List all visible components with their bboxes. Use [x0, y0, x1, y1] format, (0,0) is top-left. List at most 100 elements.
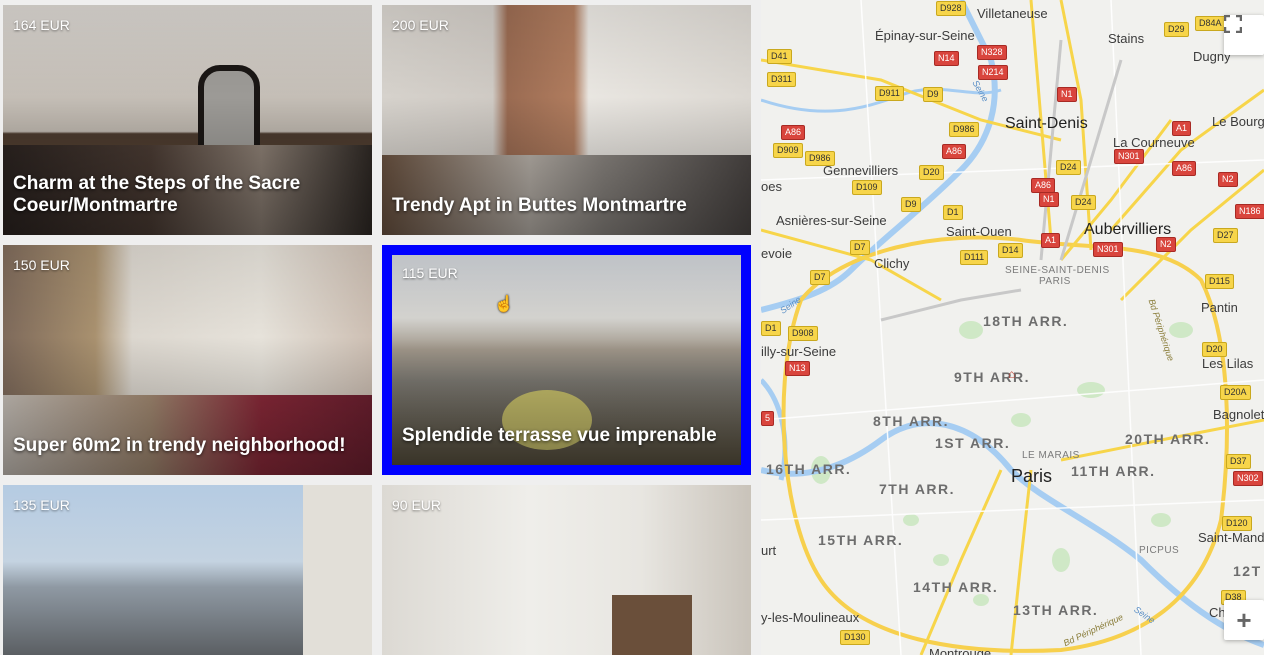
listing-title: Super 60m2 in trendy neighborhood!: [13, 435, 346, 456]
road-shield: N2: [1156, 237, 1176, 252]
listing-card[interactable]: 164 EUR Charm at the Steps of the Sacre …: [3, 5, 372, 235]
road-shield: D27: [1213, 228, 1238, 243]
road-shield: N301: [1093, 242, 1123, 257]
road-shield: D911: [875, 86, 904, 101]
road-shield: D24: [1056, 160, 1081, 175]
road-shield: D14: [998, 243, 1023, 258]
zoom-in-icon: +: [1236, 604, 1252, 635]
road-shield: D37: [1226, 454, 1251, 469]
fullscreen-button[interactable]: [1224, 15, 1264, 55]
zoom-in-button[interactable]: +: [1224, 600, 1264, 640]
map-label: Clichy: [874, 256, 910, 271]
map-label: Montrouge: [929, 646, 992, 655]
road-shield: D1: [761, 321, 781, 336]
road-shield: D986: [949, 122, 979, 137]
map-label: urt: [761, 543, 777, 558]
map-label: Paris: [1011, 466, 1053, 486]
road-shield: D84A: [1195, 16, 1226, 31]
map-label: PICPUS: [1139, 545, 1180, 556]
road-shield: N13: [785, 361, 810, 376]
road-shield: N328: [977, 45, 1007, 60]
road-shield: N214: [978, 65, 1008, 80]
arrondissement-label: 14TH ARR.: [913, 579, 999, 595]
road-shield: D7: [810, 270, 830, 285]
listing-title: Charm at the Steps of the Sacre Coeur/Mo…: [13, 173, 301, 216]
arrondissement-label: 20TH ARR.: [1125, 431, 1211, 447]
map-label: Saint-Ouen: [946, 224, 1012, 239]
map-label: Asnières-sur-Seine: [776, 213, 887, 228]
listing-price: 115 EUR: [402, 265, 458, 281]
road-shield: 5: [761, 411, 775, 426]
listing-card[interactable]: 135 EUR: [3, 485, 372, 655]
map-marker-icon[interactable]: ⌂: [1008, 367, 1015, 381]
arrondissement-label: 16TH ARR.: [766, 461, 852, 477]
road-shield: D115: [1205, 274, 1234, 289]
arrondissement-label: 13TH ARR.: [1013, 602, 1099, 618]
map-label: oes: [761, 179, 782, 194]
map-label: Les Lilas: [1202, 356, 1254, 371]
road-shield: D9: [923, 87, 943, 102]
map-label: Villetaneuse: [977, 6, 1048, 21]
road-shield: N1: [1057, 87, 1077, 102]
map-label: SEINE-SAINT-DENIS: [1005, 265, 1110, 276]
road-shield: D41: [767, 49, 792, 64]
listing-price: 135 EUR: [13, 497, 70, 513]
map-label: Saint-Denis: [1005, 115, 1088, 132]
listing-price: 164 EUR: [13, 17, 70, 33]
map-label: Épinay-sur-Seine: [875, 28, 975, 43]
road-shield: D909: [773, 143, 803, 158]
road-shield: N301: [1114, 149, 1144, 164]
road-shield: N302: [1233, 471, 1263, 486]
road-shield: N1: [1039, 192, 1059, 207]
road-shield: N2: [1218, 172, 1238, 187]
map-label: PARIS: [1039, 276, 1071, 287]
road-shield: D120: [1222, 516, 1252, 531]
map-label: La Courneuve: [1113, 135, 1195, 150]
map-label: LE MARAIS: [1022, 450, 1080, 461]
listing-card-selected[interactable]: 115 EUR Splendide terrasse vue imprenabl…: [382, 245, 751, 475]
road-shield: D109: [852, 180, 882, 195]
listing-card[interactable]: 150 EUR Super 60m2 in trendy neighborhoo…: [3, 245, 372, 475]
arrondissement-label: 1ST ARR.: [935, 435, 1011, 451]
arrondissement-label: 8TH ARR.: [873, 413, 950, 429]
arrondissement-label: 7TH ARR.: [879, 481, 956, 497]
map-label: Bagnolet: [1213, 407, 1264, 422]
fullscreen-icon: [1224, 15, 1242, 33]
hand-cursor-icon: ☝: [494, 296, 514, 313]
road-shield: D1: [943, 205, 963, 220]
road-shield: D311: [767, 72, 796, 87]
listing-price: 150 EUR: [13, 257, 70, 273]
road-shield: A1: [1041, 233, 1061, 248]
listing-price: 90 EUR: [392, 497, 442, 513]
map-label: Saint-Mandé: [1198, 530, 1264, 545]
road-shield: D20: [1202, 342, 1227, 357]
road-shield: A86: [942, 144, 967, 159]
road-shield: D986: [805, 151, 835, 166]
listing-price: 200 EUR: [392, 17, 449, 33]
road-shield: A86: [1172, 161, 1197, 176]
map-label: illy-sur-Seine: [761, 344, 837, 359]
map-label: evoie: [761, 246, 793, 261]
listing-title: Splendide terrasse vue imprenable: [402, 425, 717, 446]
listing-card[interactable]: 90 EUR: [382, 485, 751, 655]
map[interactable]: Villetaneuse Épinay-sur-Seine Stains Dug…: [761, 0, 1264, 655]
road-shield: D130: [840, 630, 870, 645]
map-label: Pantin: [1201, 300, 1238, 315]
arrondissement-label: 18TH ARR.: [983, 313, 1069, 329]
map-label: y-les-Moulineaux: [761, 610, 860, 625]
map-label: Le Bourg: [1212, 114, 1264, 129]
road-shield: A1: [1172, 121, 1192, 136]
listing-title: Trendy Apt in Buttes Montmartre: [392, 195, 687, 216]
road-shield: D7: [850, 240, 870, 255]
map-label: Stains: [1108, 31, 1145, 46]
road-shield: D29: [1164, 22, 1189, 37]
road-shield: D20: [919, 165, 944, 180]
listing-card[interactable]: 200 EUR Trendy Apt in Buttes Montmartre: [382, 5, 751, 235]
road-shield: D24: [1071, 195, 1096, 210]
road-shield: D111: [960, 250, 989, 265]
road-shield: D928: [936, 1, 966, 16]
arrondissement-label: 9TH ARR.: [954, 369, 1031, 385]
road-shield: A86: [1031, 178, 1056, 193]
road-shield: D908: [788, 326, 818, 341]
page: 164 EUR Charm at the Steps of the Sacre …: [0, 0, 1264, 655]
